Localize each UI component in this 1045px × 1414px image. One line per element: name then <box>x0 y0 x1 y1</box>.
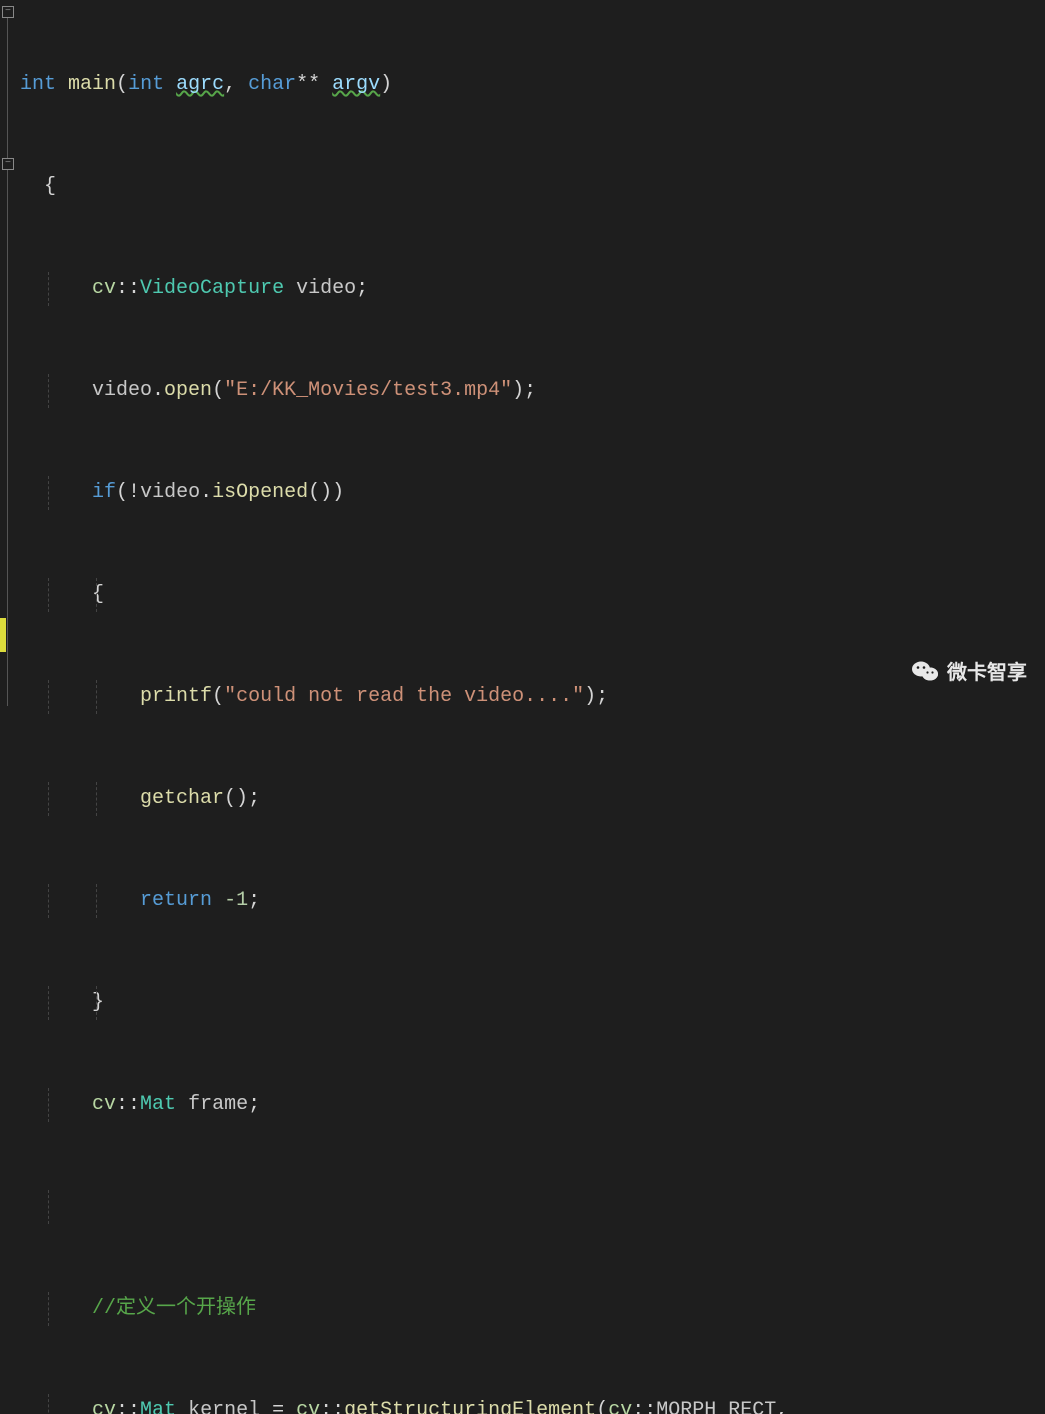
code-line <box>20 1190 1045 1224</box>
code-line: cv::Mat kernel = cv::getStructuringEleme… <box>20 1394 1045 1414</box>
code-line: printf("could not read the video...."); <box>20 680 1045 714</box>
code-line: //定义一个开操作 <box>20 1292 1045 1326</box>
code-line: { <box>20 170 1045 204</box>
code-editor[interactable]: int main(int agrc, char** argv) { cv::Vi… <box>20 0 1045 1414</box>
fold-minus-icon[interactable]: − <box>2 158 14 170</box>
code-line: getchar(); <box>20 782 1045 816</box>
code-line: cv::VideoCapture video; <box>20 272 1045 306</box>
gutter: − − <box>0 0 18 707</box>
fold-guide-line <box>7 170 8 706</box>
watermark-text: 微卡智享 <box>947 656 1027 685</box>
watermark: 微卡智享 <box>911 656 1027 685</box>
change-marker <box>0 618 6 652</box>
code-line: cv::Mat frame; <box>20 1088 1045 1122</box>
wechat-icon <box>911 659 939 683</box>
code-line: int main(int agrc, char** argv) <box>20 68 1045 102</box>
code-line: { <box>20 578 1045 612</box>
code-line: if(!video.isOpened()) <box>20 476 1045 510</box>
code-line: video.open("E:/KK_Movies/test3.mp4"); <box>20 374 1045 408</box>
code-line: } <box>20 986 1045 1020</box>
fold-guide-line <box>7 18 8 158</box>
code-line: return -1; <box>20 884 1045 918</box>
fold-minus-icon[interactable]: − <box>2 6 14 18</box>
